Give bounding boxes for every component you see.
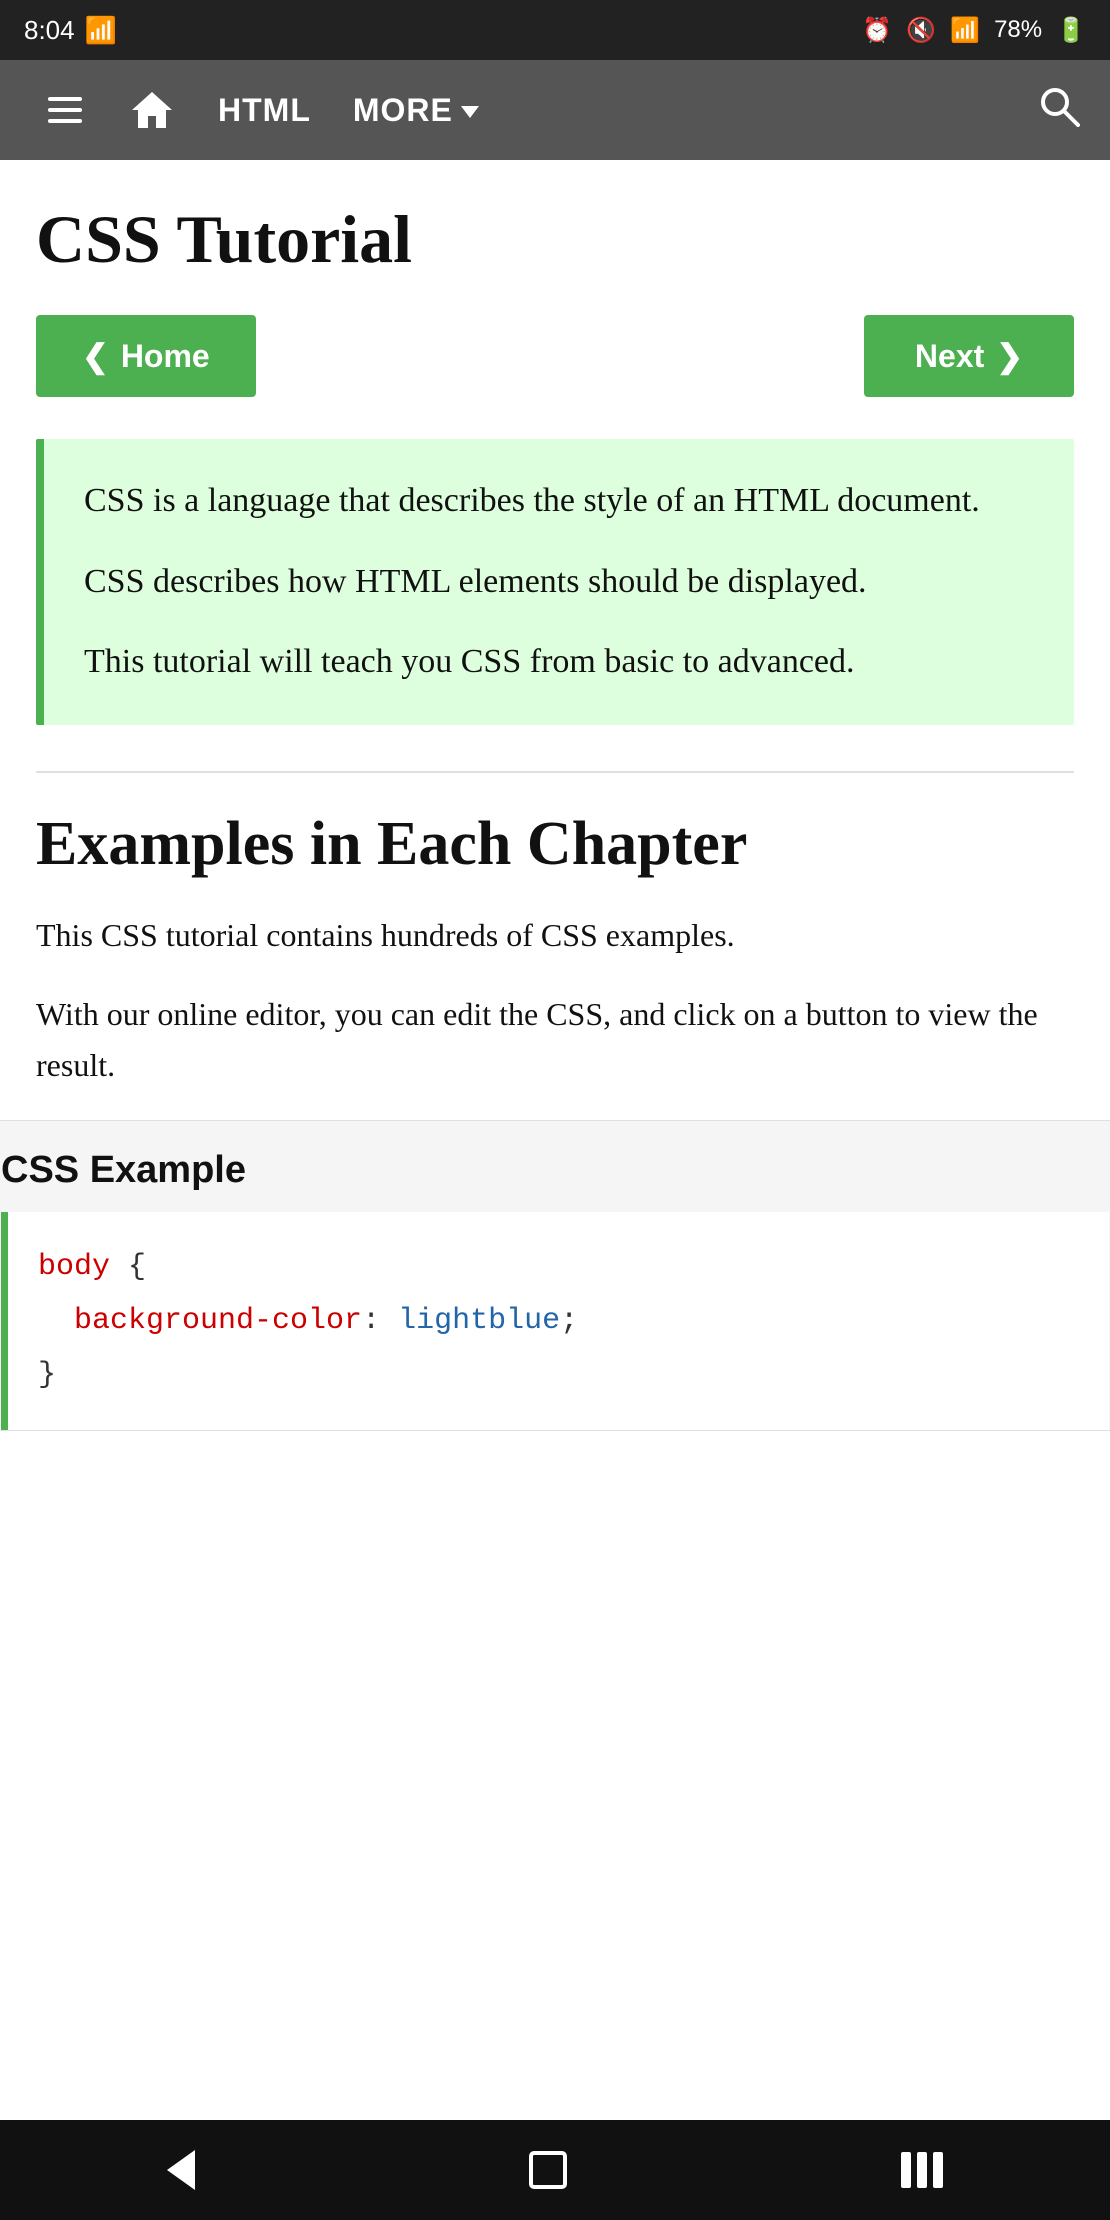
home-chevron: ❮ bbox=[82, 337, 109, 375]
more-nav-button[interactable]: MORE bbox=[335, 92, 497, 129]
home-button[interactable]: ❮ Home bbox=[36, 315, 256, 397]
status-bar-right: ⏰ 🔇 📶 78% 🔋 bbox=[862, 16, 1086, 45]
recent-apps-button[interactable] bbox=[861, 2142, 983, 2198]
alarm-icon: ⏰ bbox=[862, 16, 892, 45]
status-bar-left: 8:04 📶 bbox=[24, 15, 117, 46]
battery-icon: 🔋 bbox=[1056, 16, 1086, 45]
bottom-nav-bar bbox=[0, 2120, 1110, 2220]
examples-text-1: This CSS tutorial contains hundreds of C… bbox=[36, 910, 1074, 961]
recent-apps-icon bbox=[901, 2152, 943, 2188]
examples-heading: Examples in Each Chapter bbox=[36, 809, 1074, 880]
status-icons: 📶 bbox=[85, 15, 117, 46]
menu-button[interactable] bbox=[20, 97, 110, 123]
back-button[interactable] bbox=[127, 2140, 235, 2200]
next-chevron: ❯ bbox=[996, 337, 1023, 375]
nav-bar: HTML MORE bbox=[0, 60, 1110, 160]
code-line-1: body { bbox=[38, 1240, 1079, 1294]
code-example-title: CSS Example bbox=[1, 1121, 1109, 1212]
html-nav-button[interactable]: HTML bbox=[194, 92, 335, 129]
status-bar: 8:04 📶 ⏰ 🔇 📶 78% 🔋 bbox=[0, 0, 1110, 60]
battery-level: 78% bbox=[994, 16, 1042, 44]
examples-text-2: With our online editor, you can edit the… bbox=[36, 989, 1074, 1091]
code-line-2: background-color: lightblue; bbox=[38, 1294, 1079, 1348]
intro-line-3: This tutorial will teach you CSS from ba… bbox=[84, 636, 1034, 689]
main-content: CSS Tutorial ❮ Home Next ❯ CSS is a lang… bbox=[0, 160, 1110, 1092]
status-time: 8:04 bbox=[24, 15, 75, 46]
code-block: body { background-color: lightblue; } bbox=[1, 1212, 1109, 1430]
recent-bar-2 bbox=[917, 2152, 927, 2188]
code-keyword-body: body bbox=[38, 1250, 110, 1284]
home-nav-button[interactable] bbox=[110, 88, 194, 132]
menu-line-1 bbox=[48, 97, 82, 101]
code-line-3: } bbox=[38, 1348, 1079, 1402]
section-divider bbox=[36, 771, 1074, 773]
code-value: lightblue bbox=[398, 1304, 560, 1338]
intro-line-2: CSS describes how HTML elements should b… bbox=[84, 556, 1034, 609]
home-square-icon bbox=[529, 2151, 567, 2189]
menu-line-2 bbox=[48, 108, 82, 112]
back-icon bbox=[167, 2150, 195, 2190]
search-button[interactable] bbox=[1028, 85, 1090, 136]
intro-line-1: CSS is a language that describes the sty… bbox=[84, 475, 1034, 528]
nav-buttons: ❮ Home Next ❯ bbox=[36, 315, 1074, 397]
home-button-label: Home bbox=[121, 338, 210, 375]
next-button[interactable]: Next ❯ bbox=[864, 315, 1074, 397]
recent-bar-3 bbox=[933, 2152, 943, 2188]
code-example-container: CSS Example body { background-color: lig… bbox=[0, 1120, 1110, 1431]
menu-line-3 bbox=[48, 119, 82, 123]
recent-bar-1 bbox=[901, 2152, 911, 2188]
signal-icon: 📶 bbox=[950, 16, 980, 45]
mute-icon: 🔇 bbox=[906, 16, 936, 45]
more-dropdown-arrow bbox=[461, 106, 479, 118]
home-nav-bottom-button[interactable] bbox=[489, 2141, 607, 2199]
code-property: background-color bbox=[74, 1304, 362, 1338]
next-button-label: Next bbox=[915, 338, 984, 375]
page-title: CSS Tutorial bbox=[36, 200, 1074, 279]
intro-box: CSS is a language that describes the sty… bbox=[36, 439, 1074, 725]
